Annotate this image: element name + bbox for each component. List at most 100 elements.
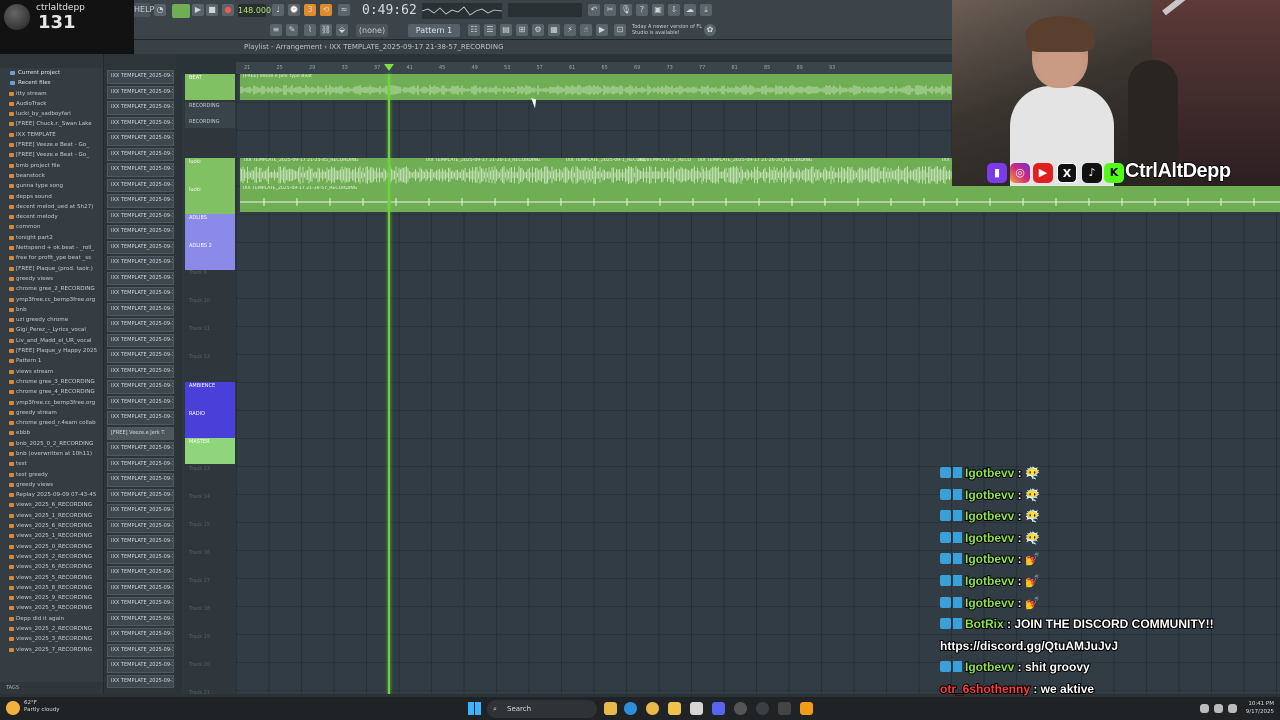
browser-file[interactable]: views_2025_6_RECORDING	[0, 562, 103, 572]
touch-icon[interactable]: ☝	[580, 24, 592, 36]
browser-file[interactable]: [FREE] Veeze.e Beat - Go_	[0, 150, 103, 160]
volume-icon[interactable]	[1214, 704, 1223, 713]
channel-rack-item[interactable]: IXX TEMPLATE_2025-09-1	[107, 287, 174, 301]
browser-file[interactable]: bmb project file	[0, 161, 103, 171]
browser-file[interactable]: views_2025_2_RECORDING	[0, 624, 103, 634]
channel-rack-item[interactable]: IXX TEMPLATE_2025-09-1	[107, 240, 174, 254]
blend-icon[interactable]: ≈	[338, 4, 350, 16]
channel-rack-icon[interactable]: ⊞	[516, 24, 528, 36]
plugin-icon[interactable]: ⚙	[532, 24, 544, 36]
browser-file[interactable]: greedy views	[0, 480, 103, 490]
channel-rack-item[interactable]: IXX TEMPLATE_2025-09-1	[107, 85, 174, 99]
browser-file[interactable]: Nettspend + ok.beat - _roll_	[0, 243, 103, 253]
store-icon[interactable]	[690, 702, 703, 715]
browser-file[interactable]: test greedy	[0, 470, 103, 480]
browser-file[interactable]: bnb (overwritten at 10h11)	[0, 449, 103, 459]
browser-file[interactable]: decent melod_ued at 5h27)	[0, 202, 103, 212]
wait-icon[interactable]: ⌚	[288, 4, 300, 16]
channel-rack-item[interactable]: IXX TEMPLATE_2025-09-1	[107, 225, 174, 239]
tempo-display[interactable]: 148.000	[238, 4, 271, 17]
empty-track[interactable]: Track 13	[185, 466, 235, 492]
studio-icon[interactable]: ⊡	[614, 24, 626, 36]
browser-file[interactable]: [FREE] Plaque_y Happy 2025	[0, 346, 103, 356]
channel-rack-item[interactable]: IXX TEMPLATE_2025-09-1	[107, 674, 174, 688]
channel-rack-item[interactable]: IXX TEMPLATE_2025-09-1	[107, 504, 174, 518]
weather-widget[interactable]: 62°F Partly cloudy	[24, 700, 60, 714]
none-select[interactable]: (none)	[356, 24, 388, 37]
playhead[interactable]	[388, 74, 390, 694]
empty-track[interactable]: Track 11	[185, 326, 235, 352]
channel-rack-item[interactable]: IXX TEMPLATE_2025-09-1	[107, 581, 174, 595]
mixer-icon[interactable]: ☰	[484, 24, 496, 36]
video-icon[interactable]: ▶	[596, 24, 608, 36]
lucki-clip-row[interactable]: IXX TEMPLATE_2025-09-17 21-25-45_RECORDI…	[240, 158, 952, 186]
browser-file[interactable]: chrome gree_4_RECORDING	[0, 387, 103, 397]
browser-file[interactable]: test	[0, 459, 103, 469]
question-icon[interactable]: ?	[636, 4, 648, 16]
browser-file[interactable]: itty stream	[0, 89, 103, 99]
playlist-icon[interactable]: ☷	[468, 24, 480, 36]
edge-icon[interactable]	[624, 702, 637, 715]
browser-file[interactable]: [FREE] Plaque_(prod. taoir.)	[0, 264, 103, 274]
metronome-icon[interactable]: ♩	[272, 4, 284, 16]
play-icon[interactable]: ▶	[192, 4, 204, 16]
browser-file[interactable]: views_2025_1_RECORDING	[0, 511, 103, 521]
link-icon[interactable]: ⛓	[320, 24, 332, 36]
browser-file[interactable]: chrome gree_2_RECORDING	[0, 284, 103, 294]
loop-record-icon[interactable]: ⟲	[320, 4, 332, 16]
channel-rack-item[interactable]: [FREE] Veeze.e Jerk T.	[107, 426, 174, 440]
browser-file[interactable]: free for profit_ype beat _ss	[0, 253, 103, 263]
channel-rack-item[interactable]: IXX TEMPLATE_2025-09-1	[107, 271, 174, 285]
track-ambience[interactable]: AMBIENCE	[185, 382, 235, 410]
browser-file[interactable]: [FREE] Chuck.r._Swan Lake	[0, 119, 103, 129]
channel-rack-item[interactable]: IXX TEMPLATE_2025-09-1	[107, 519, 174, 533]
record-icon[interactable]: ●	[222, 4, 234, 16]
channel-rack-item[interactable]: IXX TEMPLATE_2025-09-1	[107, 101, 174, 115]
browser-file[interactable]: AudioTrack	[0, 99, 103, 109]
browser-file[interactable]: views_2025_3_RECORDING	[0, 634, 103, 644]
browser-file[interactable]: uzi greedy chrome	[0, 315, 103, 325]
channel-rack-item[interactable]: IXX TEMPLATE_2025-09-1	[107, 411, 174, 425]
pencil-icon[interactable]: ✎	[286, 24, 298, 36]
channel-rack-item[interactable]: IXX TEMPLATE_2025-09-1	[107, 318, 174, 332]
windows-start-icon[interactable]	[468, 702, 481, 715]
browser-folder[interactable]: Recent files	[0, 78, 103, 88]
mic-icon[interactable]: 🎙	[620, 4, 632, 16]
browser-file[interactable]: greedy stream	[0, 408, 103, 418]
media-icon[interactable]	[778, 702, 791, 715]
discord-icon[interactable]	[712, 702, 725, 715]
empty-track[interactable]: Track 19	[185, 634, 235, 660]
browser-file[interactable]: views_2025_0_RECORDING	[0, 542, 103, 552]
browser-file[interactable]: [FREE] Veeze.e Beat - Go_	[0, 140, 103, 150]
channel-rack-item[interactable]: IXX TEMPLATE_2025-09-1	[107, 178, 174, 192]
browser-file[interactable]: Depp did it again	[0, 614, 103, 624]
update-notice[interactable]: Today A newer version of FL Studio is av…	[632, 24, 710, 36]
pattern-select[interactable]: Pattern 1	[408, 24, 460, 37]
browser-file[interactable]: bnb	[0, 305, 103, 315]
empty-track[interactable]: Track 16	[185, 550, 235, 576]
channel-rack-item[interactable]: IXX TEMPLATE_2025-09-1	[107, 116, 174, 130]
file-explorer-icon[interactable]	[604, 702, 617, 715]
empty-track[interactable]: Track 18	[185, 606, 235, 632]
lucki-2-clip[interactable]: IXX TEMPLATE_2025-09-17 21-38-57_RECORDI…	[240, 186, 1280, 212]
battery-icon[interactable]	[1228, 704, 1237, 713]
track-adlibs[interactable]: ADLIBS	[185, 214, 235, 242]
browser-file[interactable]: views_2025_5_RECORDING	[0, 573, 103, 583]
browser-file[interactable]: chrome greed_r.4eam collab	[0, 418, 103, 428]
browser-file[interactable]: lucki_by_sadboyfari	[0, 109, 103, 119]
browser-file[interactable]: views_2025_2_RECORDING	[0, 552, 103, 562]
help-menu[interactable]: HELP	[134, 3, 154, 17]
browser-file[interactable]: ebbb	[0, 428, 103, 438]
channel-rack-item[interactable]: IXX TEMPLATE_2025-09-1	[107, 566, 174, 580]
empty-track[interactable]: Track 12	[185, 354, 235, 380]
browser-file[interactable]: views_2025_8_RECORDING	[0, 583, 103, 593]
pattern-song-toggle[interactable]	[172, 4, 190, 18]
channel-rack-item[interactable]: IXX TEMPLATE_2025-09-1	[107, 442, 174, 456]
obs-icon[interactable]	[734, 702, 747, 715]
track-lucki-2[interactable]: lucki	[185, 186, 235, 214]
browser-file[interactable]: views_2025_6_RECORDING	[0, 521, 103, 531]
empty-track[interactable]: Track 14	[185, 494, 235, 520]
weather-icon[interactable]	[6, 701, 20, 715]
channel-rack-item[interactable]: IXX TEMPLATE_2025-09-1	[107, 457, 174, 471]
timeline-ruler[interactable]: 21 25 29 33 37 41 45 49 53 57 61 65 69 73 77 81 85 89 93	[236, 62, 952, 74]
